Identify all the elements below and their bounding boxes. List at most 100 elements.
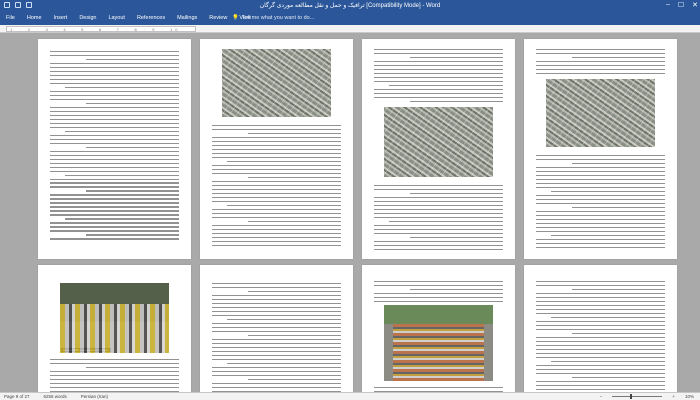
minimize-button[interactable]: –	[666, 1, 670, 9]
text-line	[50, 359, 179, 361]
page-1[interactable]	[38, 39, 191, 259]
text-line	[212, 136, 341, 139]
tab-layout[interactable]: Layout	[108, 15, 125, 21]
text-line	[551, 190, 665, 193]
text-line	[86, 366, 179, 369]
text-line	[50, 110, 179, 113]
text-line	[374, 240, 503, 243]
text-line	[50, 374, 179, 377]
text-line	[212, 346, 341, 349]
text-line	[536, 300, 665, 303]
text-line	[86, 58, 179, 61]
text-line	[50, 70, 179, 73]
text-line	[50, 126, 179, 128]
tell-me-box[interactable]: 💡 Tell me what you want to do...	[232, 15, 314, 21]
text-line	[410, 100, 503, 103]
text-line	[572, 288, 665, 291]
text-line	[536, 60, 665, 63]
tab-review[interactable]: Review	[209, 15, 227, 21]
text-line	[536, 368, 665, 370]
text-line	[536, 372, 665, 374]
text-line	[50, 222, 179, 224]
tab-file[interactable]: File	[6, 15, 15, 21]
text-line	[50, 214, 179, 216]
text-line	[536, 238, 665, 240]
tab-home[interactable]: Home	[27, 15, 42, 21]
text-line	[536, 64, 665, 67]
text-line	[374, 60, 503, 63]
page-text	[536, 281, 665, 392]
text-line	[536, 155, 665, 157]
text-line	[374, 196, 503, 199]
page-5[interactable]: Grand traffic congestion in Gorgan	[38, 265, 191, 392]
close-button[interactable]: ✕	[692, 1, 698, 9]
text-line	[212, 144, 341, 147]
text-line	[212, 224, 341, 226]
text-line	[50, 66, 179, 69]
text-line	[374, 292, 503, 295]
tab-references[interactable]: References	[137, 15, 165, 21]
text-line	[50, 118, 179, 121]
text-line	[212, 156, 341, 159]
tell-me-placeholder: Tell me what you want to do...	[241, 15, 315, 21]
text-line	[536, 320, 665, 323]
tab-design[interactable]: Design	[79, 15, 96, 21]
text-line	[212, 314, 341, 317]
text-line	[50, 194, 179, 196]
page-7[interactable]	[362, 265, 515, 392]
text-line	[65, 174, 179, 176]
text-line	[536, 52, 665, 55]
page-text	[536, 155, 665, 251]
page-2[interactable]	[200, 39, 353, 259]
text-line	[65, 218, 179, 220]
aerial-photo	[384, 107, 493, 177]
text-line	[536, 174, 665, 177]
text-line	[50, 198, 179, 200]
text-line	[212, 302, 341, 305]
zoom-slider[interactable]	[612, 394, 663, 399]
page-count[interactable]: Page 9 of 27	[4, 394, 30, 399]
text-line	[374, 68, 503, 71]
text-line	[212, 374, 341, 376]
text-line	[50, 62, 179, 65]
text-line	[212, 286, 341, 289]
page-text	[374, 49, 503, 105]
tab-insert[interactable]: Insert	[54, 15, 68, 21]
text-line	[536, 182, 665, 185]
text-line	[212, 354, 341, 357]
status-left: Page 9 of 27 6255 words Persian (Iran)	[4, 394, 108, 399]
zoom-in-button[interactable]: +	[672, 394, 675, 399]
text-line	[536, 312, 665, 315]
text-line	[50, 362, 179, 365]
text-line	[50, 206, 179, 208]
zoom-level[interactable]: 10%	[685, 394, 694, 399]
document-canvas[interactable]: Grand traffic congestion in Gorgan	[0, 33, 700, 392]
page-text	[212, 283, 341, 392]
ribbon: File Home Insert Design Layout Reference…	[0, 12, 700, 25]
text-line	[50, 51, 179, 53]
text-line	[551, 316, 665, 319]
word-count[interactable]: 6255 words	[44, 394, 67, 399]
text-line	[536, 68, 665, 71]
text-line	[227, 204, 341, 206]
tab-mailings[interactable]: Mailings	[177, 15, 197, 21]
page-8[interactable]	[524, 265, 677, 392]
text-line	[212, 148, 341, 151]
page-6[interactable]	[200, 265, 353, 392]
text-line	[536, 194, 665, 197]
language-indicator[interactable]: Persian (Iran)	[81, 394, 108, 399]
text-line	[536, 178, 665, 181]
text-line	[212, 192, 341, 195]
page-text	[536, 49, 665, 77]
text-line	[374, 204, 503, 207]
page-4[interactable]	[524, 39, 677, 259]
page-3[interactable]	[362, 39, 515, 259]
text-line	[536, 198, 665, 201]
text-line	[212, 322, 341, 325]
maximize-button[interactable]: ☐	[678, 1, 684, 9]
text-line	[536, 218, 665, 221]
ruler-marks[interactable]: 1 · 2 · 3 · 4 · 5 · 6 · 7 · 8 · 9 · 10	[6, 26, 196, 32]
zoom-out-button[interactable]: −	[600, 394, 603, 399]
text-line	[536, 336, 665, 339]
text-line	[374, 300, 503, 303]
